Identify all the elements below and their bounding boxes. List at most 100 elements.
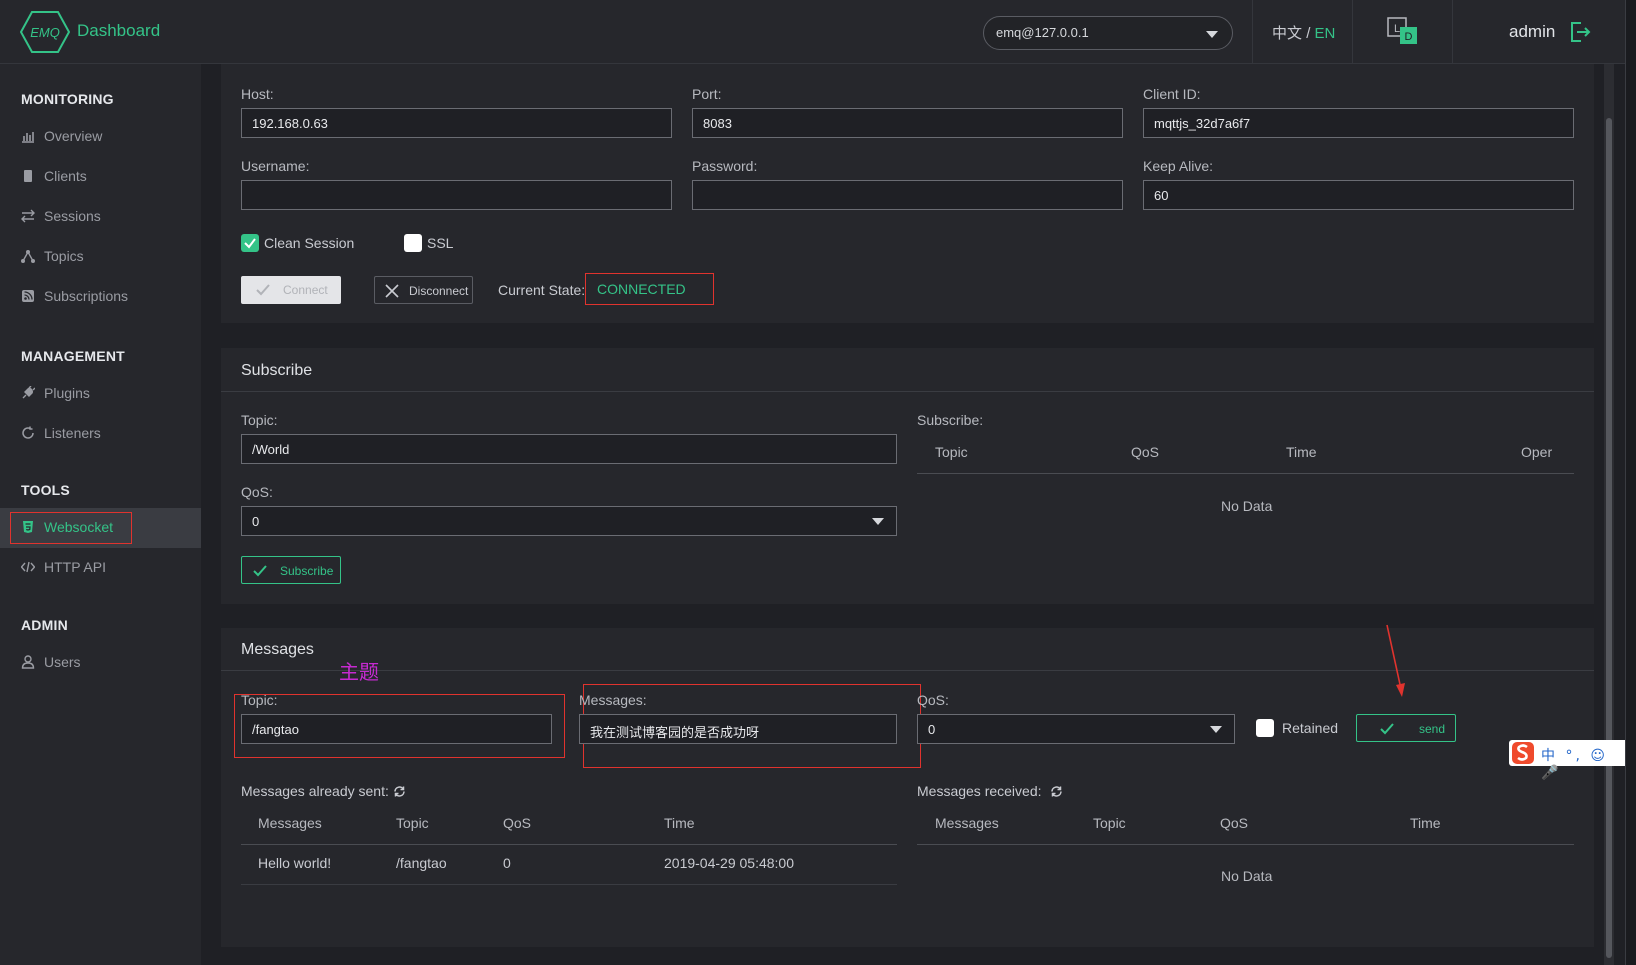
sidebar-item-clients[interactable]: Clients [0,157,201,197]
sidebar-item-topics[interactable]: Topics [0,237,201,277]
msg-message-input[interactable]: 我在测试博客园的是否成功呀 [579,714,897,744]
check-icon [256,284,270,296]
sidebar-item-label: Overview [44,128,103,144]
msg-topic-label: Topic: [241,692,278,708]
emq-logo-icon[interactable]: EMQ [20,10,70,54]
logo-text: EMQ [30,25,60,40]
sidebar-item-http-api[interactable]: HTTP API [0,548,201,588]
html5-icon [23,521,33,533]
sub-qos-select[interactable]: 0 [241,506,897,536]
sent-col-qos: QoS [503,815,532,831]
msg-qos-select[interactable]: 0 [917,714,1235,744]
port-input[interactable]: 8083 [692,108,1123,138]
ime-toolbar[interactable]: 中 °, ☺ 🎤 [1509,740,1625,781]
send-label: send [1419,722,1446,736]
msg-topic-input[interactable]: /fangtao [241,714,552,744]
refresh-icon[interactable] [393,785,406,798]
col-time: Time [1286,444,1317,460]
sidebar-item-users[interactable]: Users [0,643,201,683]
retained-checkbox[interactable] [1256,719,1274,737]
sub-topic-input[interactable]: /World [241,434,897,464]
sidebar-item-label: Plugins [44,385,90,401]
keepalive-input[interactable]: 60 [1143,180,1574,210]
refresh-icon[interactable] [1050,785,1063,798]
theme-d-text: D [1405,31,1413,43]
row-divider [241,884,897,885]
bar-chart-icon [22,132,34,143]
host-input[interactable]: 192.168.0.63 [241,108,672,138]
row-message: Hello world! [258,855,332,871]
sent-col-messages: Messages [258,815,322,831]
connect-panel: Host: 192.168.0.63 Port: 8083 Client ID:… [221,64,1594,323]
password-label: Password: [692,158,758,174]
lang-en[interactable]: EN [1315,25,1336,42]
msg-qos-label: QoS: [917,692,949,708]
col-oper: Oper [1521,444,1553,460]
clean-session-checkbox[interactable] [241,234,259,252]
sidebar-item-overview[interactable]: Overview [0,117,201,157]
language-switch[interactable]: 中文 / EN [1272,22,1335,43]
clean-session-label: Clean Session [264,235,355,251]
row-qos: 0 [503,855,511,871]
check-icon [253,565,267,577]
recv-col-time: Time [1410,815,1441,831]
refresh-icon [22,426,34,439]
disconnect-button[interactable]: Disconnect [374,276,473,304]
client-id-label: Client ID: [1143,86,1201,102]
msg-message-label: Messages: [579,692,647,708]
state-label: Current State: [498,282,586,298]
sidebar-item-sessions[interactable]: Sessions [0,197,201,237]
chevron-down-icon [1210,726,1222,733]
retained-label: Retained [1282,720,1339,736]
connect-label: Connect [283,283,328,297]
check-icon [1380,723,1394,735]
dashboard-title[interactable]: Dashboard [77,21,160,41]
ssl-label: SSL [427,235,454,251]
sidebar-item-label: Websocket [44,519,113,535]
lang-zh[interactable]: 中文 [1272,25,1302,42]
sub-qos-value: 0 [252,514,260,529]
theme-toggle-icon[interactable]: L D [1387,17,1421,45]
messages-panel: Messages Topic: /fangtao Messages: 我在测试博… [221,624,1594,947]
clients-icon [24,170,32,182]
sub-qos-label: QoS: [241,484,273,500]
sogou-logo-icon[interactable] [1511,741,1535,765]
sent-label: Messages already sent: [241,783,389,799]
send-button[interactable]: send [1356,714,1456,742]
ssl-checkbox[interactable] [404,234,422,252]
disconnect-label: Disconnect [409,284,469,298]
adjacent-window-edge [1625,0,1636,965]
host-label: Host: [241,86,274,102]
sidebar: MONITORING Overview Clients Sessions Top… [0,64,201,965]
group-admin: ADMIN [21,617,68,633]
password-input[interactable] [692,180,1123,210]
subscribe-button[interactable]: Subscribe [241,556,341,584]
scrollbar-thumb[interactable] [1606,118,1612,958]
swap-icon [21,209,35,223]
sidebar-item-listeners[interactable]: Listeners [0,414,201,454]
recv-col-qos: QoS [1220,815,1249,831]
username-input[interactable] [241,180,672,210]
plug-icon [22,386,35,399]
node-select[interactable]: emq@127.0.0.1 [983,16,1233,50]
header-divider [1352,0,1353,64]
logout-icon[interactable] [1569,21,1591,43]
row-time: 2019-04-29 05:48:00 [664,855,794,871]
sent-col-time: Time [664,815,695,831]
header-divider [1452,0,1453,64]
lang-separator: / [1306,25,1311,42]
group-management: MANAGEMENT [21,348,125,364]
sidebar-item-websocket[interactable]: Websocket [0,508,201,548]
connect-button[interactable]: Connect [241,276,341,304]
group-tools: TOOLS [21,482,70,498]
row-topic: /fangtao [396,855,447,871]
sidebar-item-plugins[interactable]: Plugins [0,374,201,414]
user-name[interactable]: admin [1509,22,1555,42]
col-qos: QoS [1131,444,1160,460]
user-icon [21,655,35,669]
client-id-input[interactable]: mqttjs_32d7a6f7 [1143,108,1574,138]
sidebar-item-subscriptions[interactable]: Subscriptions [0,277,201,317]
top-header: EMQ Dashboard emq@127.0.0.1 中文 / EN L D … [0,0,1625,64]
subscribe-title: Subscribe [241,362,313,379]
group-monitoring: MONITORING [21,91,114,107]
